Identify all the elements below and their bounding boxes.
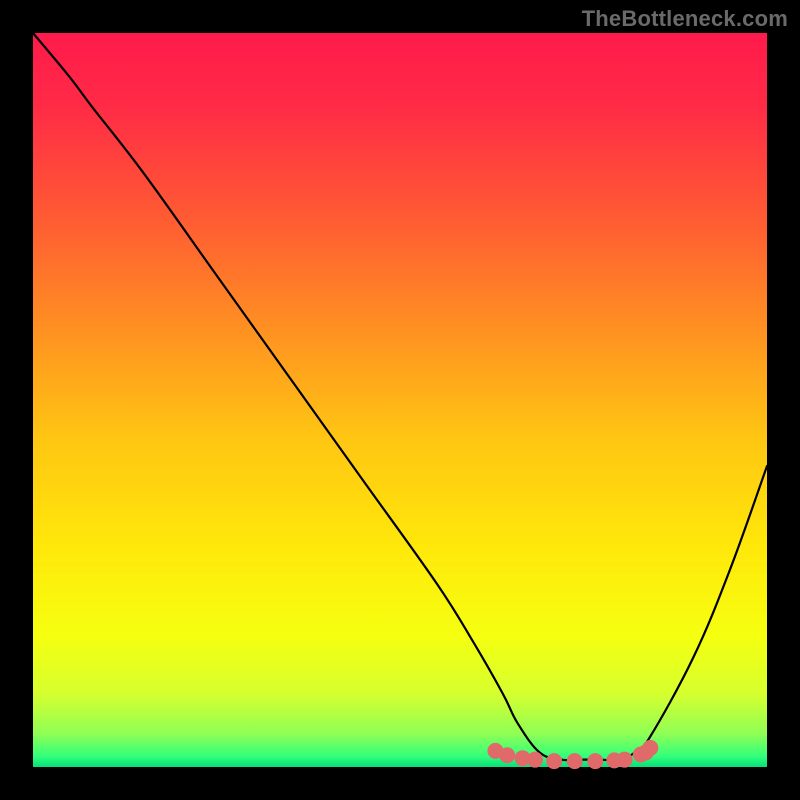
marker-dot bbox=[567, 753, 583, 769]
marker-dot bbox=[617, 752, 633, 768]
marker-dot bbox=[499, 747, 515, 763]
marker-dot bbox=[546, 753, 562, 769]
marker-dot bbox=[642, 740, 658, 756]
chart-stage: { "watermark": { "text": "TheBottleneck.… bbox=[0, 0, 800, 800]
bottleneck-chart bbox=[0, 0, 800, 800]
plot-background bbox=[33, 33, 767, 767]
marker-dot bbox=[587, 753, 603, 769]
marker-dot bbox=[527, 752, 543, 768]
